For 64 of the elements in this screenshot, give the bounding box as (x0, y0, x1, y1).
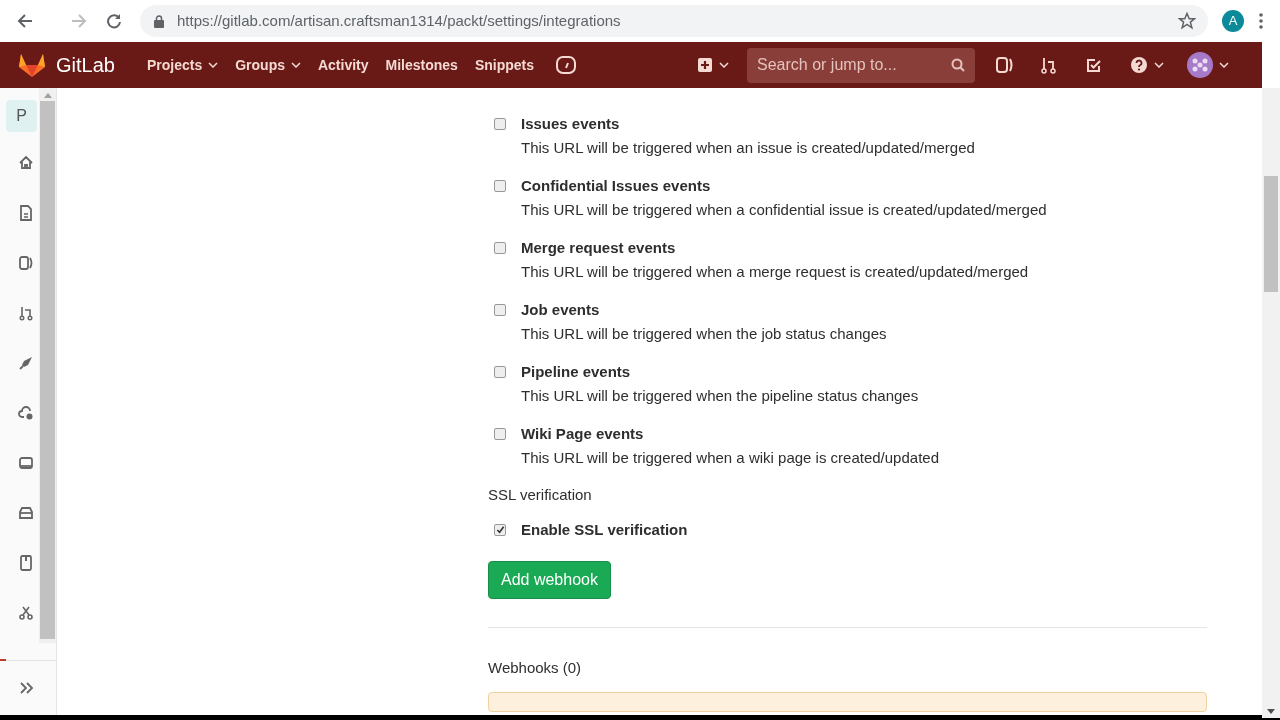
nav-link[interactable]: Projects (138, 54, 227, 76)
checkbox-label[interactable]: Confidential Issues events (521, 177, 1047, 195)
dashboard-gauge-icon[interactable] (556, 56, 577, 74)
help-text: This URL will be triggered when the pipeline status changes (521, 387, 919, 405)
issues-icon[interactable] (996, 57, 1014, 73)
merge-request-icon[interactable] (1041, 56, 1057, 74)
help-text: This URL will be triggered when an issue is created/updated/merged (521, 139, 975, 157)
checkbox-label[interactable]: Merge request events (521, 239, 1029, 257)
help-text: This URL will be triggered when a wiki page is created/updated (521, 449, 939, 467)
scroll-down-arrow-icon[interactable] (1267, 709, 1275, 714)
help-text: This URL will be triggered when a merge request is created/updated/merged (521, 263, 1029, 281)
menu-icon[interactable] (1259, 13, 1263, 29)
help-text: This URL will be triggered when a confidential issue is created/updated/merged (521, 201, 1047, 219)
document-icon[interactable] (17, 205, 34, 221)
caret-icon[interactable] (1154, 62, 1165, 68)
section-heading: SSL verification (488, 485, 593, 505)
star-icon[interactable] (1178, 12, 1196, 30)
todo-check-icon[interactable] (1086, 57, 1102, 73)
nav-link[interactable]: Milestones (377, 54, 466, 76)
caret-icon[interactable] (719, 62, 730, 68)
checkbox[interactable] (494, 366, 506, 378)
book-icon[interactable] (17, 555, 34, 571)
package-icon[interactable] (17, 505, 34, 521)
gitlab-logo-text[interactable]: GitLab (56, 50, 115, 80)
checkbox[interactable] (494, 118, 506, 130)
checkbox-label[interactable]: Enable SSL verification (521, 518, 688, 541)
caret-icon[interactable] (208, 62, 219, 68)
checkbox-label[interactable]: Wiki Page events (521, 425, 939, 443)
checkbox-label[interactable]: Issues events (521, 115, 975, 133)
checkbox[interactable] (494, 523, 506, 536)
monitor-icon[interactable] (17, 455, 34, 471)
scrollbar[interactable] (1262, 88, 1280, 718)
section-heading: Webhooks (0) (488, 658, 583, 678)
checkbox-label[interactable]: Job events (521, 301, 887, 319)
profile-avatar[interactable]: A (1222, 10, 1244, 32)
checkbox[interactable] (494, 428, 506, 440)
nav-link[interactable]: Snippets (466, 54, 543, 76)
caret-icon[interactable] (1219, 62, 1230, 68)
nav-link[interactable]: Groups (227, 54, 309, 76)
scrollbar-thumb[interactable] (1264, 176, 1278, 292)
user-avatar-icon[interactable] (1187, 52, 1214, 78)
home-icon[interactable] (17, 155, 34, 171)
lock-icon (154, 14, 164, 28)
help-text: This URL will be triggered when the job status changes (521, 325, 887, 343)
reload-icon[interactable] (106, 13, 122, 29)
nav-link[interactable]: Activity (309, 54, 377, 76)
fox-logo-icon[interactable] (18, 52, 46, 78)
checkbox[interactable] (494, 242, 506, 254)
checkbox[interactable] (494, 304, 506, 316)
back-icon[interactable] (17, 13, 33, 29)
project-avatar[interactable]: P (6, 100, 38, 132)
search-icon (951, 58, 966, 72)
issues-icon[interactable] (17, 255, 34, 271)
merge-request-icon[interactable] (17, 305, 34, 321)
caret-icon[interactable] (290, 62, 301, 68)
scissors-icon[interactable] (17, 605, 34, 621)
search-field[interactable]: Search or jump to... (747, 47, 976, 83)
checkbox-label[interactable]: Pipeline events (521, 363, 919, 381)
plus-square-icon[interactable] (698, 58, 713, 72)
address-bar[interactable]: https://gitlab.com/artisan.craftsman1314/packt/settings/integrations (140, 5, 1208, 37)
expand-chevrons-icon[interactable] (20, 682, 34, 694)
help-icon[interactable] (1131, 57, 1148, 73)
checkbox[interactable] (494, 180, 506, 192)
url-text: https://gitlab.com/artisan.craftsman1314/packt/settings/integrations (177, 10, 621, 31)
